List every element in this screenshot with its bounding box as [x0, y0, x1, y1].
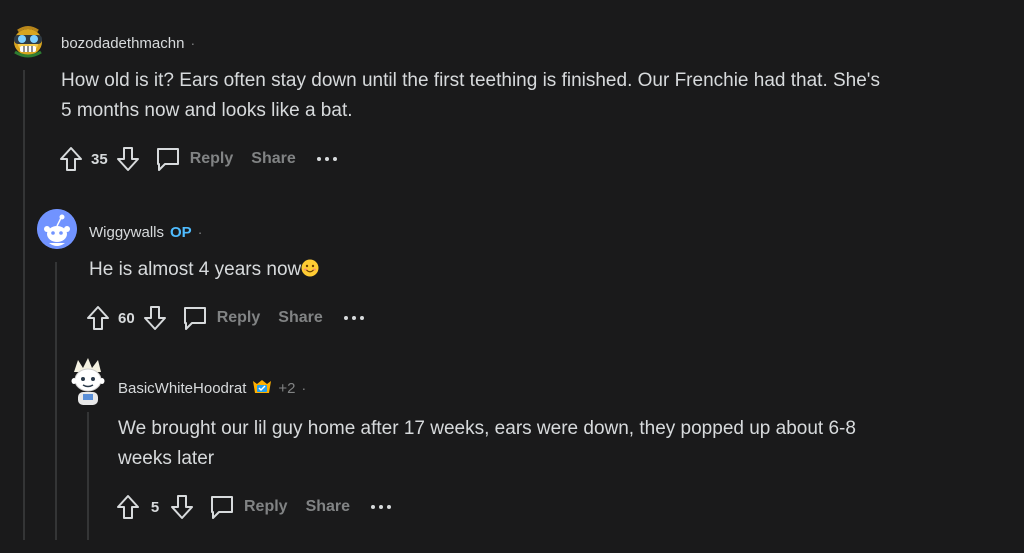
default-snoo-avatar[interactable] — [37, 209, 77, 249]
vote-score: 35 — [91, 150, 108, 168]
comment-body: He is almost 4 years now — [89, 255, 989, 285]
body-line: weeks later — [118, 448, 215, 469]
author-name[interactable]: bozodadethmachn — [61, 35, 184, 52]
comment-header: bozodadethmachn · — [61, 31, 195, 55]
reply-label: Reply — [189, 150, 234, 167]
op-badge: OP — [170, 223, 192, 241]
separator-dot: · — [301, 380, 307, 396]
comment-actions: 35 Reply Share — [57, 143, 338, 175]
reply-button[interactable]: Reply — [154, 145, 234, 173]
reply-label: Reply — [216, 309, 261, 326]
author-name[interactable]: Wiggywalls — [89, 224, 164, 241]
comment-body: How old is it? Ears often stay down unti… — [61, 66, 1001, 126]
snoo-goggles-avatar[interactable] — [9, 22, 47, 60]
speech-bubble-icon — [156, 148, 179, 171]
reply-button[interactable]: Reply — [181, 304, 261, 332]
body-line: How old is it? Ears often stay down unti… — [61, 70, 880, 91]
vote-score: 60 — [118, 309, 135, 327]
ellipsis-icon — [316, 157, 337, 161]
thread-line-level-2[interactable] — [55, 262, 57, 540]
downvote-button[interactable] — [114, 145, 142, 173]
comment-actions: 5 Reply Share — [114, 491, 392, 523]
share-button[interactable]: Share — [278, 309, 322, 327]
separator-dot: · — [197, 224, 203, 240]
more-options-button[interactable] — [316, 149, 338, 169]
thread-line-level-1[interactable] — [23, 70, 25, 540]
separator-dot: · — [190, 35, 196, 51]
reply-button[interactable]: Reply — [208, 493, 288, 521]
achievement-badge-icon — [253, 380, 272, 393]
smiling-face-emoji — [301, 259, 319, 277]
downvote-button[interactable] — [141, 304, 169, 332]
upvote-arrow-icon — [87, 306, 109, 330]
comment-header: Wiggywalls OP · — [89, 220, 202, 244]
comment-thread: bozodadethmachn · How old is it? Ears of… — [0, 0, 1024, 553]
downvote-arrow-icon — [116, 147, 139, 171]
author-name[interactable]: BasicWhiteHoodrat — [118, 380, 246, 397]
ellipsis-icon — [343, 316, 364, 320]
upvote-arrow-icon — [60, 147, 82, 171]
upvote-arrow-icon — [117, 495, 139, 519]
comment-actions: 60 Reply Share — [84, 302, 365, 334]
upvote-button[interactable] — [84, 304, 112, 332]
comment-body: We brought our lil guy home after 17 wee… — [118, 414, 998, 474]
ellipsis-icon — [371, 505, 392, 509]
more-options-button[interactable] — [343, 308, 365, 328]
thread-line-level-3[interactable] — [87, 412, 89, 540]
downvote-arrow-icon — [171, 495, 193, 519]
karma-indicator: +2 — [278, 379, 296, 397]
speech-bubble-icon — [183, 307, 206, 330]
upvote-button[interactable] — [57, 145, 85, 173]
body-line: 5 months now and looks like a bat. — [61, 100, 353, 121]
share-button[interactable]: Share — [306, 498, 350, 516]
body-line: We brought our lil guy home after 17 wee… — [118, 418, 856, 439]
more-options-button[interactable] — [370, 497, 392, 517]
upvote-button[interactable] — [114, 493, 142, 521]
comment-header: BasicWhiteHoodrat +2 · — [118, 376, 306, 400]
share-button[interactable]: Share — [251, 150, 295, 168]
downvote-button[interactable] — [168, 493, 196, 521]
downvote-arrow-icon — [143, 306, 166, 330]
snoo-white-hair-avatar[interactable] — [66, 356, 110, 408]
speech-bubble-icon — [211, 496, 233, 519]
reply-label: Reply — [244, 498, 288, 515]
body-line: He is almost 4 years now — [89, 259, 302, 280]
vote-score: 5 — [150, 498, 160, 516]
